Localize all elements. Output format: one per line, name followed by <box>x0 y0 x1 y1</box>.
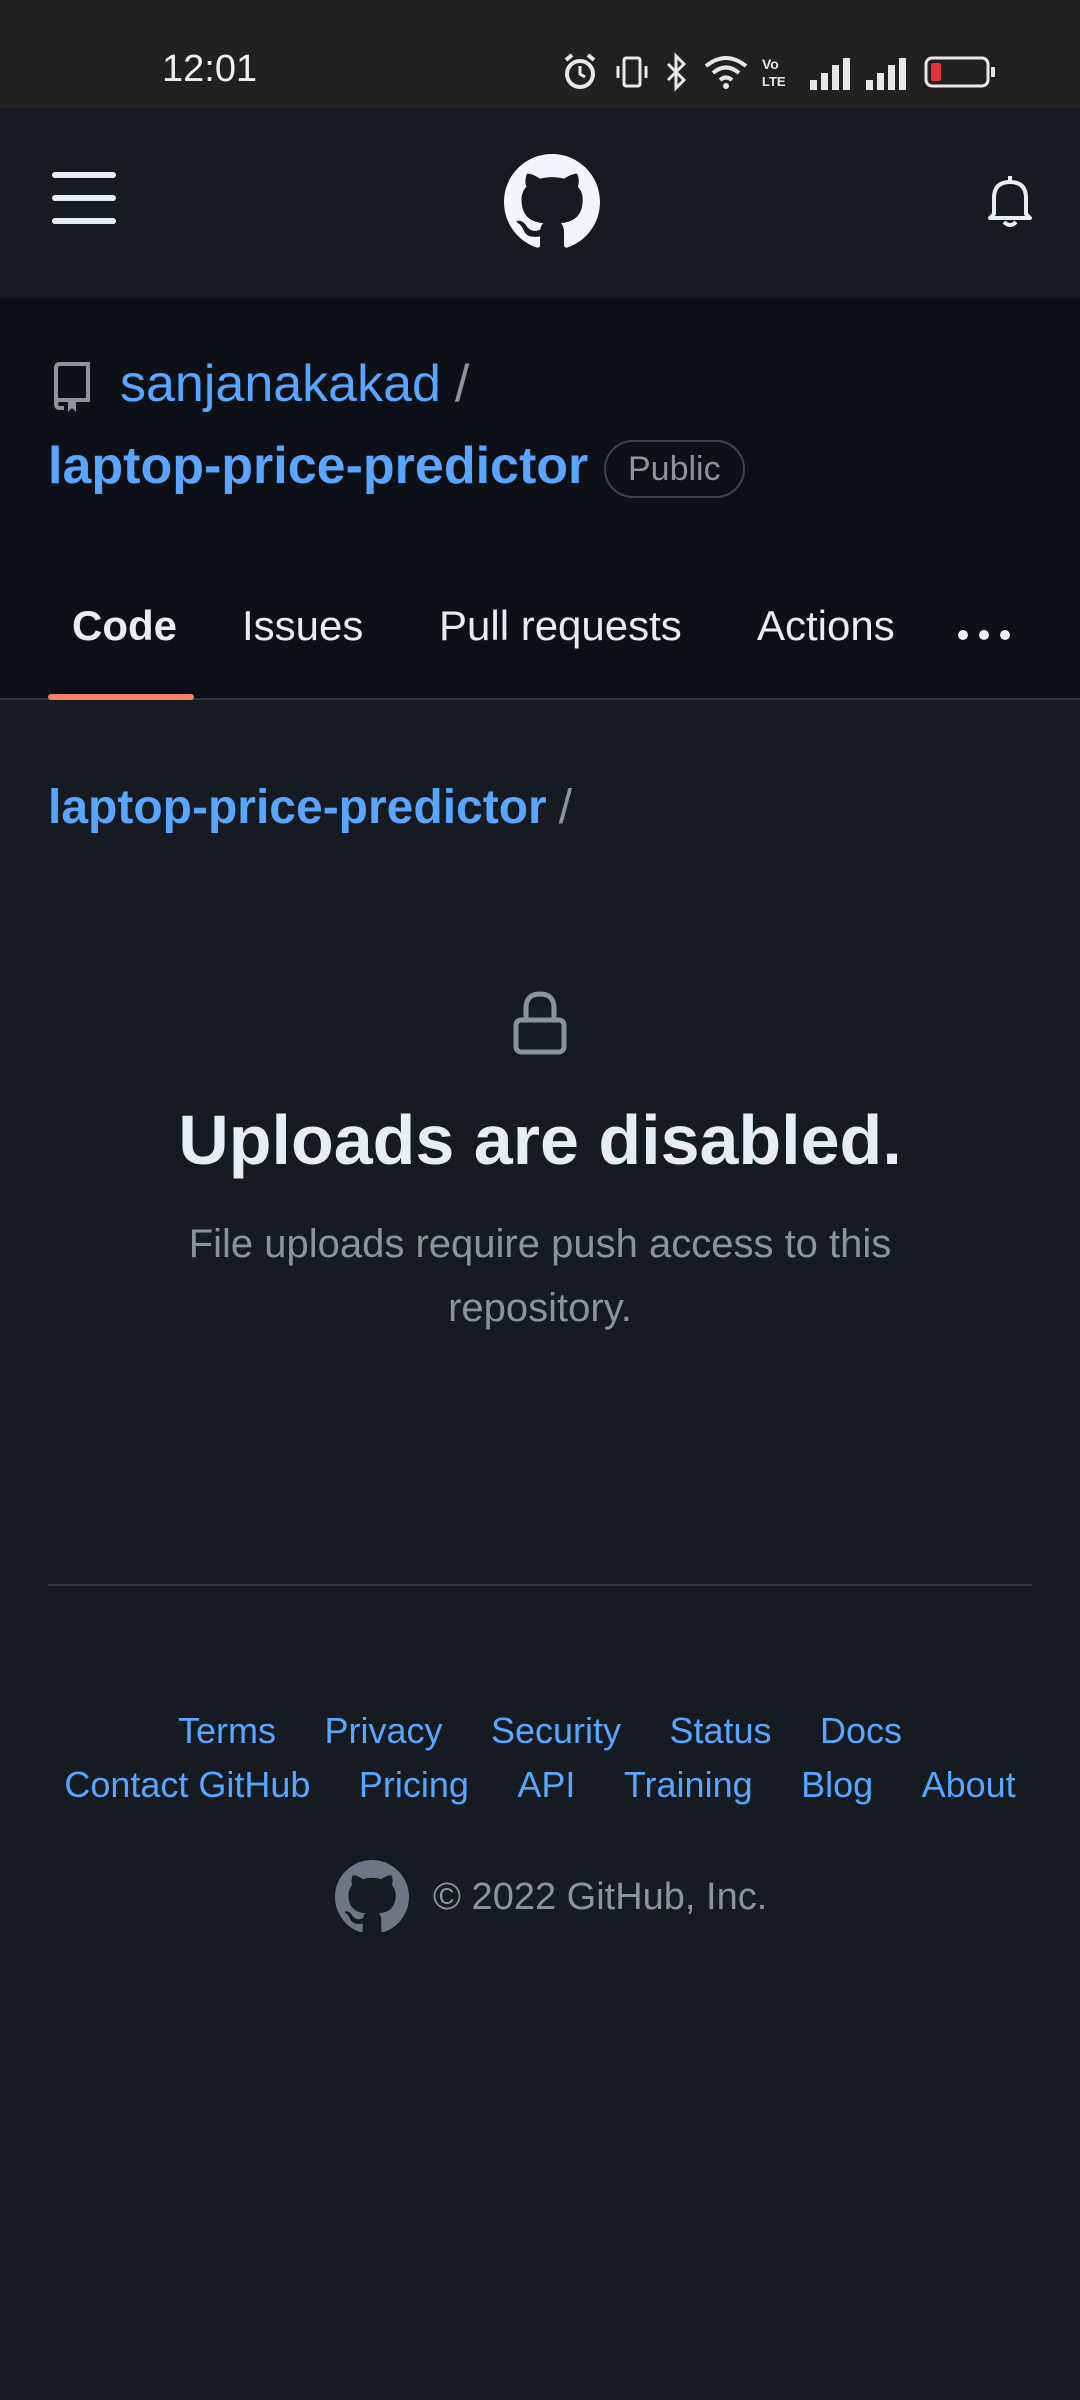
svg-text:Vo: Vo <box>762 56 779 72</box>
footer-divider <box>48 1584 1032 1586</box>
bluetooth-icon <box>666 52 687 92</box>
breadcrumb: laptop-price-predictor / <box>48 780 572 835</box>
more-tabs-icon[interactable] <box>956 628 1012 642</box>
app-bar <box>0 108 1080 298</box>
repo-name-link[interactable]: laptop-price-predictor <box>48 436 588 496</box>
repo-icon <box>54 362 90 412</box>
footer-link-blog[interactable]: Blog <box>801 1764 873 1805</box>
volte-icon: Vo LTE <box>762 56 786 89</box>
menu-icon[interactable] <box>52 170 116 226</box>
svg-text:LTE: LTE <box>762 74 786 89</box>
lock-icon <box>513 991 567 1055</box>
signal-icon-2 <box>866 58 906 90</box>
repo-owner-label: sanjanakakad <box>120 355 441 413</box>
breadcrumb-repo-link[interactable]: laptop-price-predictor <box>48 781 547 834</box>
status-time: 12:01 <box>162 48 258 90</box>
footer-links-row-2: Contact GitHub Pricing API Training Blog… <box>0 1764 1080 1806</box>
empty-state-description: File uploads require push access to this… <box>188 1222 892 1330</box>
footer-link-privacy[interactable]: Privacy <box>324 1710 442 1751</box>
github-logo-icon[interactable] <box>504 154 600 250</box>
footer-link-about[interactable]: About <box>922 1764 1016 1805</box>
github-mark-icon[interactable] <box>335 1860 409 1934</box>
battery-icon <box>924 56 995 88</box>
repo-tabs: Code Issues Pull requests Actions <box>0 588 1080 700</box>
tab-code[interactable]: Code <box>72 602 177 650</box>
footer-link-training[interactable]: Training <box>624 1764 753 1805</box>
footer-link-pricing[interactable]: Pricing <box>359 1764 469 1805</box>
repo-owner-link[interactable]: sanjanakakad / <box>120 354 469 414</box>
alarm-icon <box>564 53 596 89</box>
vibrate-icon <box>616 56 648 88</box>
visibility-badge: Public <box>604 440 745 498</box>
notifications-bell-icon[interactable] <box>986 174 1034 230</box>
footer-link-status[interactable]: Status <box>669 1710 771 1751</box>
footer-link-api[interactable]: API <box>517 1764 575 1805</box>
active-tab-indicator <box>48 694 194 700</box>
tab-actions[interactable]: Actions <box>757 602 895 650</box>
wifi-icon <box>704 56 748 89</box>
footer-link-contact[interactable]: Contact GitHub <box>64 1764 310 1805</box>
tab-issues[interactable]: Issues <box>242 602 363 650</box>
footer-link-security[interactable]: Security <box>491 1710 621 1751</box>
status-icons: Vo LTE <box>562 50 1002 94</box>
tab-pull-requests[interactable]: Pull requests <box>439 602 682 650</box>
breadcrumb-separator: / <box>558 781 573 834</box>
copyright-text: © 2022 GitHub, Inc. <box>433 1876 768 1918</box>
footer-links-row-1: Terms Privacy Security Status Docs <box>0 1710 1080 1752</box>
signal-icon <box>810 58 850 90</box>
owner-separator: / <box>454 355 470 413</box>
repo-header: sanjanakakad / laptop-price-predictor Pub… <box>0 298 1080 700</box>
footer-link-terms[interactable]: Terms <box>178 1710 276 1751</box>
status-bar: 12:01 Vo LTE <box>0 0 1080 108</box>
footer-link-docs[interactable]: Docs <box>820 1710 902 1751</box>
empty-state-title: Uploads are disabled. <box>178 1101 902 1179</box>
